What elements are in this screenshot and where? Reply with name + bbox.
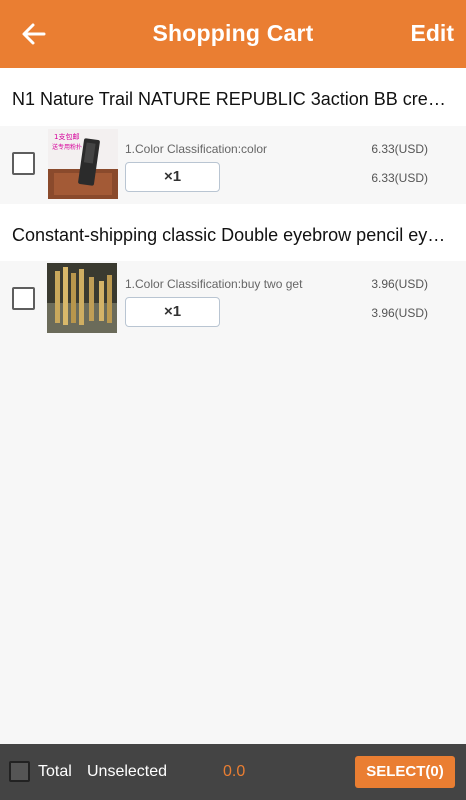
bb-cream-thumbnail-icon: 1支包邮 送专用粉扑 (48, 129, 118, 199)
edit-button[interactable]: Edit (411, 20, 454, 47)
select-all-checkbox[interactable] (9, 761, 30, 782)
shop-title: N1 Nature Trail NATURE REPUBLIC 3action … (12, 89, 454, 109)
item-subtotal: 3.96(USD) (371, 306, 428, 320)
item-price: 6.33(USD) (371, 142, 428, 156)
shop-header[interactable]: N1 Nature Trail NATURE REPUBLIC 3action … (0, 68, 466, 130)
product-image[interactable] (47, 263, 117, 333)
cart-item: 1支包邮 送专用粉扑 1.Color Classification:color … (0, 126, 466, 202)
item-subtotal: 6.33(USD) (371, 171, 428, 185)
total-label: Total (38, 763, 72, 780)
item-price: 3.96(USD) (371, 277, 428, 291)
product-image[interactable]: 1支包邮 送专用粉扑 (48, 129, 118, 199)
app-header: Shopping Cart Edit (0, 0, 466, 68)
cart-item: 1.Color Classification:buy two get ×1 3.… (0, 261, 466, 337)
svg-text:送专用粉扑: 送专用粉扑 (52, 143, 82, 151)
item-checkbox[interactable] (12, 152, 35, 175)
item-spec: 1.Color Classification:color (125, 142, 268, 156)
page-title: Shopping Cart (152, 20, 314, 46)
total-amount: 0.0 (223, 763, 246, 780)
shop-title: Constant-shipping classic Double eyebrow… (12, 225, 454, 245)
quantity-stepper[interactable]: ×1 (125, 297, 220, 327)
selection-status: Unselected (87, 763, 168, 780)
eyebrow-pencils-thumbnail-icon (47, 263, 117, 333)
item-spec: 1.Color Classification:buy two get (125, 277, 303, 291)
svg-text:1支包邮: 1支包邮 (54, 132, 79, 141)
checkout-bar: Total Unselected 0.0 SELECT(0) (0, 744, 466, 800)
quantity-stepper[interactable]: ×1 (125, 162, 220, 192)
shop-header[interactable]: Constant-shipping classic Double eyebrow… (0, 204, 466, 266)
item-checkbox[interactable] (12, 287, 35, 310)
select-button[interactable]: SELECT(0) (355, 756, 455, 788)
